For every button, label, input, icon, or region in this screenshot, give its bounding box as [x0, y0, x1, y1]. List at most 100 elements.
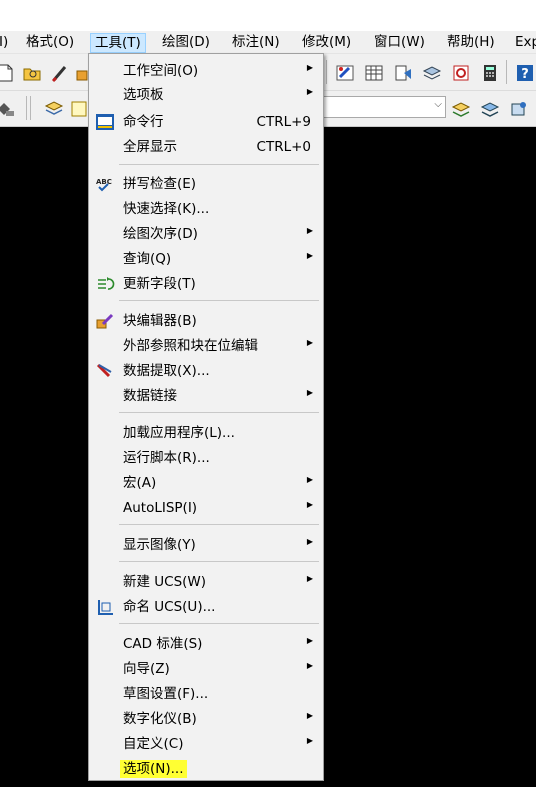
menu-item-label: 快速选择(K)... — [123, 201, 210, 217]
menu-item-update-fields[interactable]: 更新字段(T) — [89, 272, 323, 296]
help-icon[interactable]: ? — [515, 63, 535, 83]
title-area — [0, 0, 536, 31]
menu-separator — [119, 164, 319, 165]
menu-item-label: 加载应用程序(L)... — [123, 425, 235, 441]
menu-item-shortcut: CTRL+0 — [256, 139, 311, 155]
menu-item-drafting-settings[interactable]: 草图设置(F)... — [89, 682, 323, 706]
submenu-arrow-icon: ▶ — [306, 736, 313, 745]
layer-previous-icon[interactable] — [480, 99, 500, 119]
menu-item-palettes[interactable]: 选项板 ▶ — [89, 83, 323, 107]
menu-view-partial[interactable]: I) — [0, 33, 8, 53]
menubar: I) 格式(O) 工具(T) 绘图(D) 标注(N) 修改(M) 窗口(W) 帮… — [0, 31, 536, 53]
menu-item-customize[interactable]: 自定义(C) ▶ — [89, 732, 323, 756]
layer-walk-icon[interactable] — [509, 99, 529, 119]
submenu-arrow-icon: ▶ — [306, 87, 313, 96]
svg-text:ABC: ABC — [96, 178, 112, 186]
menu-item-run-script[interactable]: 运行脚本(R)... — [89, 446, 323, 470]
chevron-down-icon[interactable]: ⌵ — [434, 99, 442, 110]
menu-item-clean-screen[interactable]: 全屏显示 CTRL+0 — [89, 135, 323, 159]
block-editor-icon — [96, 313, 114, 329]
menu-item-block-editor[interactable]: 块编辑器(B) — [89, 309, 323, 333]
menu-item-named-ucs[interactable]: 命名 UCS(U)... — [89, 595, 323, 619]
design-center-icon[interactable] — [393, 63, 413, 83]
menu-item-label: 命令行 — [123, 114, 164, 130]
menu-item-label: 数据提取(X)... — [123, 363, 210, 379]
tool-palettes-icon[interactable] — [422, 63, 442, 83]
menu-item-macro[interactable]: 宏(A) ▶ — [89, 471, 323, 495]
menu-item-label: 工作空间(O) — [123, 63, 199, 79]
make-current-layer-icon[interactable] — [451, 99, 471, 119]
menu-item-label: 宏(A) — [123, 475, 157, 491]
submenu-arrow-icon: ▶ — [306, 63, 313, 72]
menu-separator — [119, 561, 319, 562]
menu-item-cad-standards[interactable]: CAD 标准(S) ▶ — [89, 632, 323, 656]
submenu-arrow-icon: ▶ — [306, 661, 313, 670]
menu-item-inquiry[interactable]: 查询(Q) ▶ — [89, 247, 323, 271]
menu-item-command-line[interactable]: 命令行 CTRL+9 — [89, 110, 323, 134]
menu-item-draw-order[interactable]: 绘图次序(D) ▶ — [89, 222, 323, 246]
brush-icon[interactable] — [50, 63, 70, 83]
svg-text:?: ? — [521, 67, 529, 82]
menu-item-label: 块编辑器(B) — [123, 313, 197, 329]
menu-item-label: 选项板 — [123, 87, 164, 103]
menu-item-xref-block-in-place[interactable]: 外部参照和块在位编辑 ▶ — [89, 334, 323, 358]
menu-window[interactable]: 窗口(W) — [374, 33, 425, 53]
menu-item-label: CAD 标准(S) — [123, 636, 203, 652]
menu-modify[interactable]: 修改(M) — [302, 33, 351, 53]
menu-item-label: 数据链接 — [123, 388, 177, 404]
layer-manager-icon[interactable] — [0, 99, 16, 119]
menu-item-label: 绘图次序(D) — [123, 226, 198, 242]
toolbar-separator — [506, 60, 507, 84]
layer-combo[interactable]: ⌵ — [323, 96, 446, 118]
menu-tools[interactable]: 工具(T) — [90, 33, 146, 53]
command-line-icon — [96, 114, 114, 130]
menu-item-shortcut: CTRL+9 — [256, 114, 311, 130]
menu-item-label: 数字化仪(B) — [123, 711, 197, 727]
menu-item-tablet[interactable]: 数字化仪(B) ▶ — [89, 707, 323, 731]
toolbar-grip[interactable] — [30, 96, 31, 120]
menu-item-data-links[interactable]: 数据链接 ▶ — [89, 384, 323, 408]
open-file-icon[interactable] — [22, 63, 42, 83]
menu-item-label: 草图设置(F)... — [123, 686, 209, 702]
menu-item-label: 向导(Z) — [123, 661, 170, 677]
toolbar-grip[interactable] — [26, 96, 27, 120]
menu-item-load-application[interactable]: 加载应用程序(L)... — [89, 421, 323, 445]
calculator-icon[interactable] — [480, 63, 500, 83]
submenu-arrow-icon: ▶ — [306, 574, 313, 583]
markup-icon[interactable] — [451, 63, 471, 83]
submenu-arrow-icon: ▶ — [306, 537, 313, 546]
submenu-arrow-icon: ▶ — [306, 636, 313, 645]
new-file-icon[interactable] — [0, 63, 16, 83]
layer-stack-icon[interactable] — [44, 99, 64, 119]
menu-item-label: AutoLISP(I) — [123, 500, 198, 516]
menu-item-spell-check[interactable]: ABC 拼写检查(E) — [89, 172, 323, 196]
menu-item-label: 运行脚本(R)... — [123, 450, 210, 466]
menu-item-new-ucs[interactable]: 新建 UCS(W) ▶ — [89, 570, 323, 594]
menu-item-wizards[interactable]: 向导(Z) ▶ — [89, 657, 323, 681]
menu-item-label: 选项(N)... — [120, 760, 187, 778]
data-extraction-icon — [96, 363, 112, 378]
menu-express[interactable]: Exp — [515, 33, 536, 53]
menu-item-workspaces[interactable]: 工作空间(O) ▶ — [89, 59, 323, 83]
menu-draw[interactable]: 绘图(D) — [162, 33, 210, 53]
palette-icon[interactable] — [335, 63, 355, 83]
menu-help[interactable]: 帮助(H) — [447, 33, 495, 53]
menu-item-label: 命名 UCS(U)... — [123, 599, 216, 615]
submenu-arrow-icon: ▶ — [306, 500, 313, 509]
table-icon[interactable] — [364, 63, 384, 83]
tools-dropdown-menu: 工作空间(O) ▶ 选项板 ▶ 命令行 CTRL+9 全屏显示 CTRL+0 A… — [88, 53, 324, 781]
layer-state-icon[interactable] — [70, 99, 90, 119]
submenu-arrow-icon: ▶ — [306, 251, 313, 260]
menu-separator — [119, 300, 319, 301]
menu-format[interactable]: 格式(O) — [26, 33, 74, 53]
menu-item-quick-select[interactable]: 快速选择(K)... — [89, 197, 323, 221]
menu-item-data-extraction[interactable]: 数据提取(X)... — [89, 359, 323, 383]
submenu-arrow-icon: ▶ — [306, 226, 313, 235]
menu-item-options[interactable]: 选项(N)... — [89, 757, 323, 781]
menu-item-autolisp[interactable]: AutoLISP(I) ▶ — [89, 496, 323, 520]
spell-check-icon: ABC — [96, 178, 112, 192]
menu-item-display-image[interactable]: 显示图像(Y) ▶ — [89, 533, 323, 557]
menu-dimension[interactable]: 标注(N) — [232, 33, 280, 53]
menu-item-label: 新建 UCS(W) — [123, 574, 207, 590]
update-fields-icon — [98, 277, 115, 290]
